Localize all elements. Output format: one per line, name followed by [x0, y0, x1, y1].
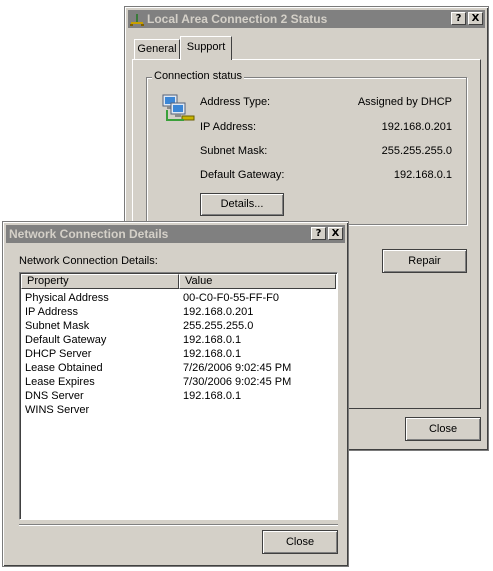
details-close-dialog-button[interactable]: Close [262, 530, 338, 554]
details-button[interactable]: Details... [200, 193, 284, 216]
value-cell: 7/30/2006 9:02:45 PM [183, 376, 292, 388]
status-close-dialog-button-label: Close [428, 423, 458, 435]
address-type-label: Address Type: [200, 96, 271, 108]
status-help-button[interactable]: ? [451, 12, 466, 25]
property-cell: DHCP Server [25, 348, 92, 360]
value-cell: 192.168.0.1 [183, 348, 242, 360]
details-title-bar[interactable]: Network Connection Details ? X [6, 225, 345, 243]
network-connection-details-window: Network Connection Details ? X Network C… [2, 221, 349, 567]
value-cell: 7/26/2006 9:02:45 PM [183, 362, 292, 374]
value-cell: 00-C0-F0-55-FF-F0 [183, 292, 279, 304]
connection-status-group: Connection status Address Type: Assigned… [146, 70, 467, 225]
property-cell: Default Gateway [25, 334, 107, 346]
property-cell: Subnet Mask [25, 320, 90, 332]
property-cell: Physical Address [25, 292, 109, 304]
ip-address-label: IP Address: [200, 121, 257, 133]
details-button-label: Details... [220, 198, 264, 210]
default-gateway-label: Default Gateway: [200, 169, 285, 181]
value-cell: 255.255.255.0 [183, 320, 254, 332]
column-header-value-label: Value [185, 275, 213, 287]
connection-status-group-label: Connection status [152, 70, 245, 82]
tab-general-label: General [137, 43, 177, 55]
property-cell: WINS Server [25, 404, 90, 416]
subnet-mask-value: 255.255.255.0 [381, 145, 452, 157]
network-computers-icon [162, 94, 196, 126]
status-close-dialog-button[interactable]: Close [405, 417, 481, 441]
details-separator [19, 524, 338, 526]
details-help-button[interactable]: ? [311, 227, 326, 240]
tab-support-label: Support [186, 41, 226, 53]
details-close-dialog-button-label: Close [285, 536, 315, 548]
network-connection-icon [129, 11, 145, 27]
repair-button-label: Repair [408, 255, 441, 267]
repair-button[interactable]: Repair [382, 249, 467, 273]
details-caption: Network Connection Details: [19, 255, 158, 267]
status-close-button[interactable]: X [468, 12, 483, 25]
subnet-mask-label: Subnet Mask: [200, 145, 268, 157]
default-gateway-value: 192.168.0.1 [393, 169, 452, 181]
tab-support[interactable]: Support [180, 36, 232, 60]
property-cell: Lease Expires [25, 376, 95, 388]
column-header-value[interactable]: Value [179, 274, 336, 289]
value-cell: 192.168.0.201 [183, 306, 254, 318]
details-list-view[interactable]: Property Value Physical Address 00-C0-F0… [19, 272, 338, 520]
details-close-button[interactable]: X [328, 227, 343, 240]
property-cell: DNS Server [25, 390, 84, 402]
column-header-property[interactable]: Property [21, 274, 179, 289]
ip-address-value: 192.168.0.201 [381, 121, 452, 133]
property-cell: Lease Obtained [25, 362, 103, 374]
property-cell: IP Address [25, 306, 78, 318]
tab-general[interactable]: General [134, 39, 180, 59]
column-header-property-label: Property [27, 275, 69, 287]
details-window-title: Network Connection Details [9, 227, 169, 241]
status-title-bar[interactable]: Local Area Connection 2 Status ? X [128, 10, 485, 28]
address-type-value: Assigned by DHCP [357, 96, 452, 108]
status-window-title: Local Area Connection 2 Status [147, 12, 328, 26]
value-cell: 192.168.0.1 [183, 334, 242, 346]
value-cell: 192.168.0.1 [183, 390, 242, 402]
